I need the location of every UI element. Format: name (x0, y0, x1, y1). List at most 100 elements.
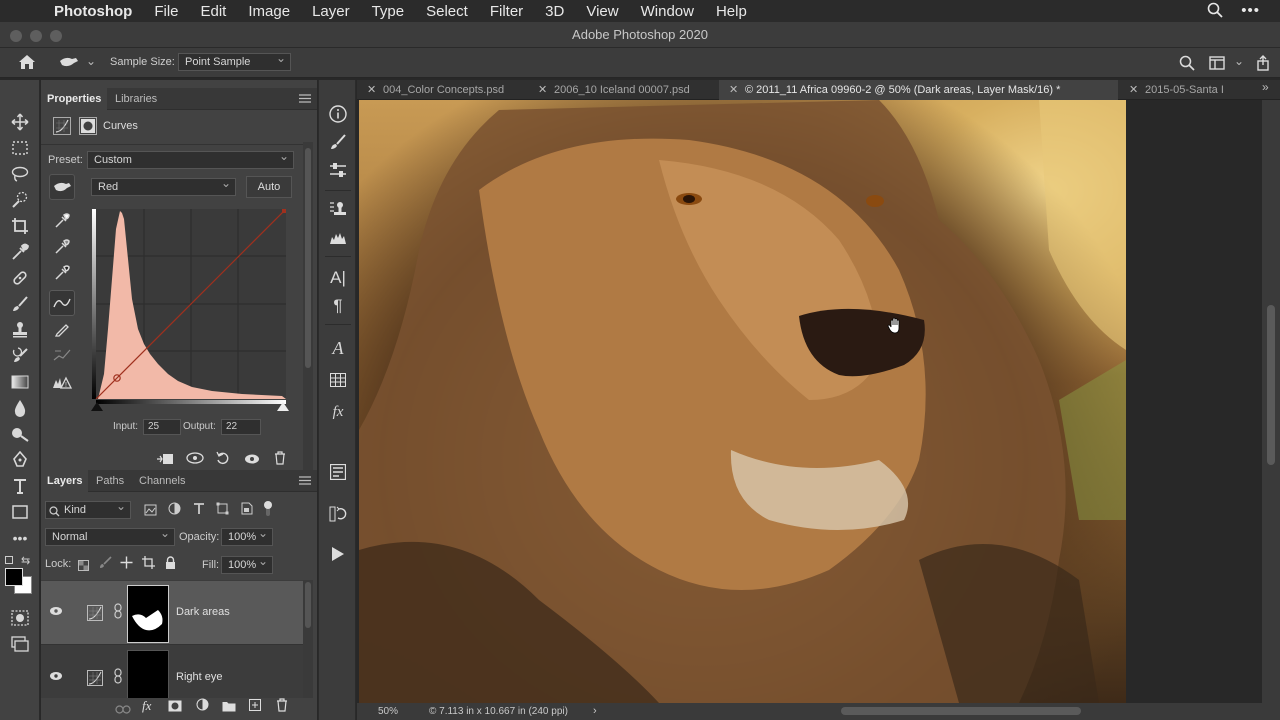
layer-name[interactable]: Right eye (176, 671, 222, 683)
share-icon[interactable] (1256, 55, 1270, 74)
gradient-tool-icon[interactable] (10, 372, 30, 392)
lock-all-icon[interactable] (165, 556, 176, 574)
canvas-area[interactable] (357, 100, 1280, 703)
layer-name[interactable]: Dark areas (176, 606, 230, 618)
tab-document[interactable]: ✕ 004_Color Concepts.psd (357, 80, 527, 100)
history-icon[interactable] (328, 504, 348, 524)
targeted-adjustment-icon[interactable] (49, 174, 75, 200)
add-mask-icon[interactable] (168, 699, 182, 717)
mask-icon[interactable] (79, 117, 97, 135)
tab-document[interactable]: ✕ 2006_10 Iceland 00007.psd (528, 80, 718, 100)
menu-select[interactable]: Select (426, 3, 468, 20)
menu-view[interactable]: View (586, 3, 618, 20)
delete-layer-icon[interactable] (276, 698, 288, 717)
layer-effects-icon[interactable]: fx (142, 698, 151, 714)
output-field[interactable]: 22 (221, 419, 261, 435)
tab-libraries[interactable]: Libraries (115, 88, 157, 110)
tab-properties[interactable]: Properties (41, 88, 108, 110)
close-tab-icon[interactable]: ✕ (538, 80, 547, 100)
layer-mask-thumbnail[interactable] (127, 650, 169, 698)
filter-type-icon[interactable] (193, 502, 205, 520)
brush-settings-icon[interactable] (328, 132, 348, 152)
filter-toggle[interactable] (263, 501, 273, 517)
curve-endpoint[interactable] (282, 209, 286, 213)
menu-help[interactable]: Help (716, 3, 747, 20)
tab-channels[interactable]: Channels (139, 470, 185, 492)
document-info[interactable]: © 7.113 in x 10.667 in (240 ppi) (429, 703, 568, 720)
swap-colors-icon[interactable]: ⇆ (21, 554, 30, 567)
adjustments-sliders-icon[interactable] (328, 160, 348, 180)
link-icon[interactable] (114, 603, 122, 624)
clone-source-icon[interactable] (328, 200, 348, 220)
tab-document-active[interactable]: ✕ © 2011_11 Africa 09960-2 @ 50% (Dark a… (719, 80, 1118, 100)
dodge-tool-icon[interactable] (10, 424, 30, 444)
menu-edit[interactable]: Edit (201, 3, 227, 20)
default-colors-icon[interactable] (5, 556, 13, 564)
crop-tool-icon[interactable] (10, 216, 30, 236)
layers-panel-menu-icon[interactable] (299, 476, 311, 488)
filter-adjustment-icon[interactable] (168, 502, 181, 520)
info-icon[interactable] (328, 104, 348, 124)
rectangle-tool-icon[interactable] (10, 502, 30, 522)
reset-icon[interactable] (216, 451, 230, 470)
menu-type[interactable]: Type (372, 3, 405, 20)
status-menu-chevron-icon[interactable]: › (593, 703, 597, 720)
white-point-slider[interactable] (277, 402, 289, 411)
curves-graph[interactable] (92, 209, 286, 399)
marquee-tool-icon[interactable] (10, 138, 30, 158)
input-field[interactable]: 25 (143, 419, 181, 435)
table-icon[interactable] (328, 370, 348, 390)
search-icon[interactable] (1179, 55, 1195, 74)
menu-3d[interactable]: 3D (545, 3, 564, 20)
layer-row[interactable]: Right eye (41, 646, 303, 698)
more-icon[interactable]: ••• (1241, 2, 1260, 22)
view-previous-state-icon[interactable] (186, 451, 204, 470)
sample-highlights-eyedropper-icon[interactable] (49, 208, 75, 234)
draw-curve-pencil-icon[interactable] (49, 316, 75, 342)
home-icon[interactable] (18, 54, 36, 73)
new-group-icon[interactable] (222, 699, 236, 717)
close-tab-icon[interactable]: ✕ (367, 80, 376, 100)
blur-tool-icon[interactable] (10, 398, 30, 418)
styles-fx-icon[interactable]: fx (328, 402, 348, 422)
layers-scrollbar[interactable] (303, 580, 313, 698)
smooth-curve-icon[interactable] (49, 342, 75, 368)
lock-position-icon[interactable] (120, 556, 133, 574)
lock-transparent-icon[interactable] (78, 558, 89, 576)
opacity-field[interactable]: 100% (221, 525, 273, 546)
menu-window[interactable]: Window (641, 3, 694, 20)
workspace-icon[interactable] (1209, 56, 1225, 73)
hand-tool-preset-icon[interactable] (58, 55, 80, 72)
sample-midtones-eyedropper-icon[interactable] (49, 234, 75, 260)
menu-layer[interactable]: Layer (312, 3, 350, 20)
layer-row[interactable]: Dark areas (41, 581, 303, 645)
clone-stamp-tool-icon[interactable] (10, 320, 30, 340)
sample-size-select[interactable]: Point Sample (178, 50, 291, 71)
new-layer-icon[interactable] (249, 698, 261, 716)
lock-pixels-icon[interactable] (99, 556, 112, 574)
layer-visibility-eye-icon[interactable] (49, 670, 65, 686)
zoom-level[interactable]: 50% (378, 703, 398, 720)
visibility-eye-icon[interactable] (244, 452, 260, 470)
menu-app-name[interactable]: Photoshop (54, 3, 132, 20)
quick-mask-icon[interactable] (10, 608, 30, 628)
layer-mask-thumbnail[interactable] (127, 585, 169, 643)
spotlight-search-icon[interactable] (1207, 2, 1223, 22)
panel-menu-icon[interactable] (299, 94, 311, 106)
canvas-horizontal-scrollbar[interactable] (841, 707, 1081, 715)
lasso-tool-icon[interactable] (10, 164, 30, 184)
actions-play-icon[interactable] (328, 544, 348, 564)
healing-brush-tool-icon[interactable] (10, 268, 30, 288)
pen-tool-icon[interactable] (10, 450, 30, 470)
brush-tool-icon[interactable] (10, 294, 30, 314)
window-close-button[interactable] (10, 30, 22, 42)
type-tool-icon[interactable] (10, 476, 30, 496)
menu-image[interactable]: Image (248, 3, 290, 20)
paragraph-panel-icon[interactable]: ¶ (328, 296, 348, 316)
window-zoom-button[interactable] (50, 30, 62, 42)
chevron-down-icon[interactable]: ⌄ (86, 54, 96, 68)
close-tab-icon[interactable]: ✕ (729, 80, 738, 100)
edit-points-curve-icon[interactable] (49, 290, 75, 316)
fill-field[interactable]: 100% (221, 553, 273, 574)
blend-mode-select[interactable]: Normal (45, 525, 175, 546)
